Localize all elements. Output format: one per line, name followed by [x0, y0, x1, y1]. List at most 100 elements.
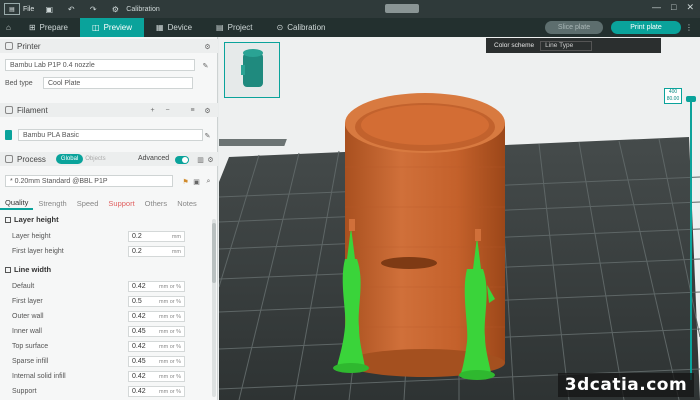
layer-height-readout: 80.00 [666, 96, 680, 102]
more-options-icon[interactable]: ⋮ [685, 23, 693, 32]
undo-icon[interactable]: ↶ [64, 2, 78, 16]
subtab-quality[interactable]: Quality [0, 196, 34, 210]
param-value: 0.45 [132, 358, 146, 365]
main-tab-bar: ⌂ ⊞ Prepare ◫ Preview ▦ Device ▤ Project ⊙ Ca… [0, 18, 700, 37]
line-width-support-input[interactable]: 0.42 mm or % [128, 386, 185, 397]
param-row: Inner wall 0.45 mm or % [0, 325, 212, 339]
settings-scrollbar[interactable] [212, 219, 216, 397]
param-unit: mm [171, 234, 181, 240]
layer-slider-track[interactable] [690, 100, 692, 380]
filament-list-icon[interactable]: ≡ [188, 106, 197, 115]
minimize-icon[interactable]: — [652, 2, 661, 13]
printer-settings-gear-icon[interactable]: ⚙ [203, 42, 212, 51]
param-label: Inner wall [12, 328, 42, 335]
process-subtabs: Quality Strength Speed Support Others No… [0, 196, 212, 210]
subtab-strength[interactable]: Strength [33, 196, 71, 210]
param-unit: mm or % [159, 314, 181, 320]
param-value: 0.42 [132, 373, 146, 380]
subtab-speed[interactable]: Speed [72, 196, 104, 210]
prepare-icon: ⊞ [28, 23, 36, 32]
param-label: Layer height [12, 233, 51, 240]
line-width-group-title: Line width [5, 265, 51, 274]
scrollbar-thumb[interactable] [212, 223, 216, 283]
param-label: Default [12, 283, 35, 290]
search-icon[interactable]: ⌕ [204, 177, 213, 186]
redo-icon[interactable]: ↷ [86, 2, 100, 16]
filament-select-value: Bambu PLA Basic [23, 131, 80, 139]
line-width-default-input[interactable]: 0.42 mm or % [128, 281, 185, 292]
remove-filament-icon[interactable]: − [163, 106, 172, 115]
param-row: Top surface 0.42 mm or % [0, 340, 212, 354]
maximize-icon[interactable]: □ [671, 2, 676, 13]
tab-prepare[interactable]: ⊞ Prepare [17, 18, 80, 37]
scene-svg [219, 93, 700, 400]
param-label: Support [12, 388, 37, 395]
param-label: Top surface [12, 343, 49, 350]
add-filament-icon[interactable]: + [148, 106, 157, 115]
line-width-top-surface-input[interactable]: 0.42 mm or % [128, 341, 185, 352]
window-title-placeholder [385, 4, 419, 13]
color-scheme-select[interactable]: Line Type [540, 40, 593, 51]
param-label: First layer height [12, 248, 64, 255]
close-icon[interactable]: ✕ [686, 2, 694, 13]
save-preset-icon[interactable]: ▣ [192, 177, 201, 186]
project-icon: ▤ [216, 23, 224, 32]
calibration-tab-icon: ⊙ [276, 23, 284, 32]
subtab-support[interactable]: Support [103, 196, 139, 210]
process-icon [5, 155, 13, 163]
param-unit: mm [171, 249, 181, 255]
edit-filament-icon[interactable]: ✎ [203, 131, 212, 140]
line-width-outer-wall-input[interactable]: 0.42 mm or % [128, 311, 185, 322]
layer-slider-handle[interactable] [686, 96, 696, 102]
thumbnail-model-svg [241, 49, 263, 87]
plate-thumbnail[interactable] [224, 42, 280, 98]
file-menu[interactable]: File [23, 6, 34, 13]
param-value: 0.42 [132, 343, 146, 350]
param-unit: mm or % [159, 284, 181, 290]
modified-flag-icon: ⚑ [182, 178, 189, 186]
filament-select[interactable]: Bambu PLA Basic [18, 129, 203, 141]
settings-panel: Printer ⚙ Bambu Lab P1P 0.4 nozzle ✎ Bed… [0, 37, 218, 400]
watermark: 3dcatia.com [558, 373, 694, 397]
save-icon[interactable]: ▣ [42, 2, 56, 16]
app-logo-icon: ▤ [4, 3, 20, 15]
window-controls: — □ ✕ [652, 2, 694, 13]
global-toggle[interactable]: Global [55, 154, 84, 164]
filament-color-swatch[interactable] [5, 130, 12, 140]
device-icon: ▦ [156, 23, 164, 32]
3d-viewport[interactable] [219, 37, 700, 400]
slice-plate-button[interactable]: Slice plate [545, 21, 603, 34]
filament-settings-gear-icon[interactable]: ⚙ [203, 106, 212, 115]
process-preset-select[interactable]: * 0.20mm Standard @BBL P1P [5, 175, 173, 187]
bed-type-select[interactable]: Cool Plate [43, 77, 193, 89]
plate-label-strip [219, 139, 287, 146]
tab-device[interactable]: ▦ Device [144, 18, 204, 37]
objects-toggle[interactable]: Objects [85, 156, 105, 162]
line-width-inner-wall-input[interactable]: 0.45 mm or % [128, 326, 185, 337]
printer-select[interactable]: Bambu Lab P1P 0.4 nozzle [5, 59, 195, 71]
param-label: Internal solid infill [12, 373, 66, 380]
tab-label: Device [167, 23, 193, 32]
layer-height-input[interactable]: 0.2 mm [128, 231, 185, 242]
printer-icon [5, 42, 13, 50]
process-settings-gear-icon[interactable]: ⚙ [206, 155, 215, 164]
param-unit: mm or % [159, 389, 181, 395]
subtab-others[interactable]: Others [140, 196, 173, 210]
print-plate-button[interactable]: Print plate [611, 21, 681, 34]
layer-number: 400 [668, 89, 678, 95]
advanced-toggle[interactable] [175, 156, 189, 164]
first-layer-height-input[interactable]: 0.2 mm [128, 246, 185, 257]
tab-project[interactable]: ▤ Project [204, 18, 264, 37]
line-width-first-layer-input[interactable]: 0.5 mm or % [128, 296, 185, 307]
subtab-notes[interactable]: Notes [172, 196, 202, 210]
param-value: 0.2 [132, 248, 142, 255]
bed-type-value: Cool Plate [48, 79, 81, 87]
line-width-internal-solid-infill-input[interactable]: 0.42 mm or % [128, 371, 185, 382]
line-width-sparse-infill-input[interactable]: 0.45 mm or % [128, 356, 185, 367]
tab-calibration[interactable]: ⊙ Calibration [265, 18, 338, 37]
tab-preview[interactable]: ◫ Preview [80, 18, 145, 37]
home-tab[interactable]: ⌂ [0, 18, 17, 37]
color-scheme-label: Color scheme [494, 42, 535, 49]
compare-icon[interactable]: ▥ [196, 155, 205, 164]
edit-printer-icon[interactable]: ✎ [201, 61, 210, 70]
